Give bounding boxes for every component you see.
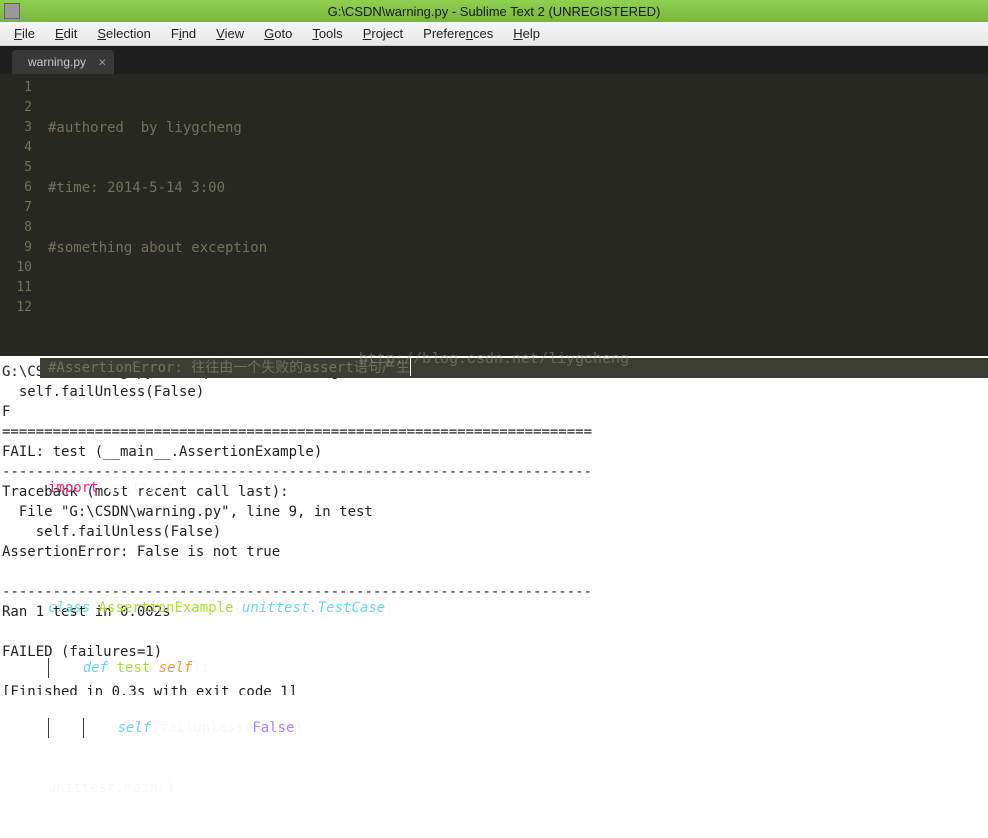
app-icon bbox=[4, 3, 20, 19]
menu-view[interactable]: View bbox=[206, 24, 254, 43]
menu-tools[interactable]: Tools bbox=[302, 24, 352, 43]
window-title: G:\CSDN\warning.py - Sublime Text 2 (UNR… bbox=[328, 4, 661, 19]
tab-bar: warning.py × bbox=[0, 46, 988, 74]
code-comment: #something about exception bbox=[48, 238, 267, 258]
window-titlebar: G:\CSDN\warning.py - Sublime Text 2 (UNR… bbox=[0, 0, 988, 22]
menu-file[interactable]: File bbox=[4, 24, 45, 43]
code-editor[interactable]: 1 2 3 4 5 6 7 8 9 10 11 12 #authored by … bbox=[0, 74, 988, 356]
line-number: 2 bbox=[6, 98, 32, 118]
menu-preferences[interactable]: Preferences bbox=[413, 24, 503, 43]
line-number: 11 bbox=[6, 278, 32, 298]
menu-selection[interactable]: Selection bbox=[87, 24, 160, 43]
line-number: 7 bbox=[6, 198, 32, 218]
line-number: 8 bbox=[6, 218, 32, 238]
code-comment: #AssertionError: 往往由一个失败的assert语句产生 bbox=[48, 358, 410, 378]
menubar: File Edit Selection Find View Goto Tools… bbox=[0, 22, 988, 46]
menu-project[interactable]: Project bbox=[353, 24, 413, 43]
code-comment: #time: 2014-5-14 3:00 bbox=[48, 178, 225, 198]
line-number: 3 bbox=[6, 118, 32, 138]
code-comment: #authored by liygcheng bbox=[48, 118, 242, 138]
menu-help[interactable]: Help bbox=[503, 24, 550, 43]
gutter: 1 2 3 4 5 6 7 8 9 10 11 12 bbox=[0, 74, 40, 356]
menu-edit[interactable]: Edit bbox=[45, 24, 87, 43]
code-area[interactable]: #authored by liygcheng #time: 2014-5-14 … bbox=[40, 74, 988, 356]
tab-warning-py[interactable]: warning.py × bbox=[12, 50, 114, 74]
line-number: 10 bbox=[6, 258, 32, 278]
tab-label: warning.py bbox=[28, 55, 86, 69]
menu-find[interactable]: Find bbox=[161, 24, 206, 43]
line-number: 5 bbox=[6, 158, 32, 178]
line-number: 4 bbox=[6, 138, 32, 158]
close-icon[interactable]: × bbox=[98, 55, 106, 70]
line-number: 9 bbox=[6, 238, 32, 258]
line-number: 6 bbox=[6, 178, 32, 198]
menu-goto[interactable]: Goto bbox=[254, 24, 302, 43]
keyword-import: import bbox=[48, 478, 99, 498]
keyword-def: def bbox=[83, 658, 108, 678]
line-number: 12 bbox=[6, 298, 32, 318]
line-number: 1 bbox=[6, 78, 32, 98]
keyword-class: class bbox=[48, 598, 90, 618]
